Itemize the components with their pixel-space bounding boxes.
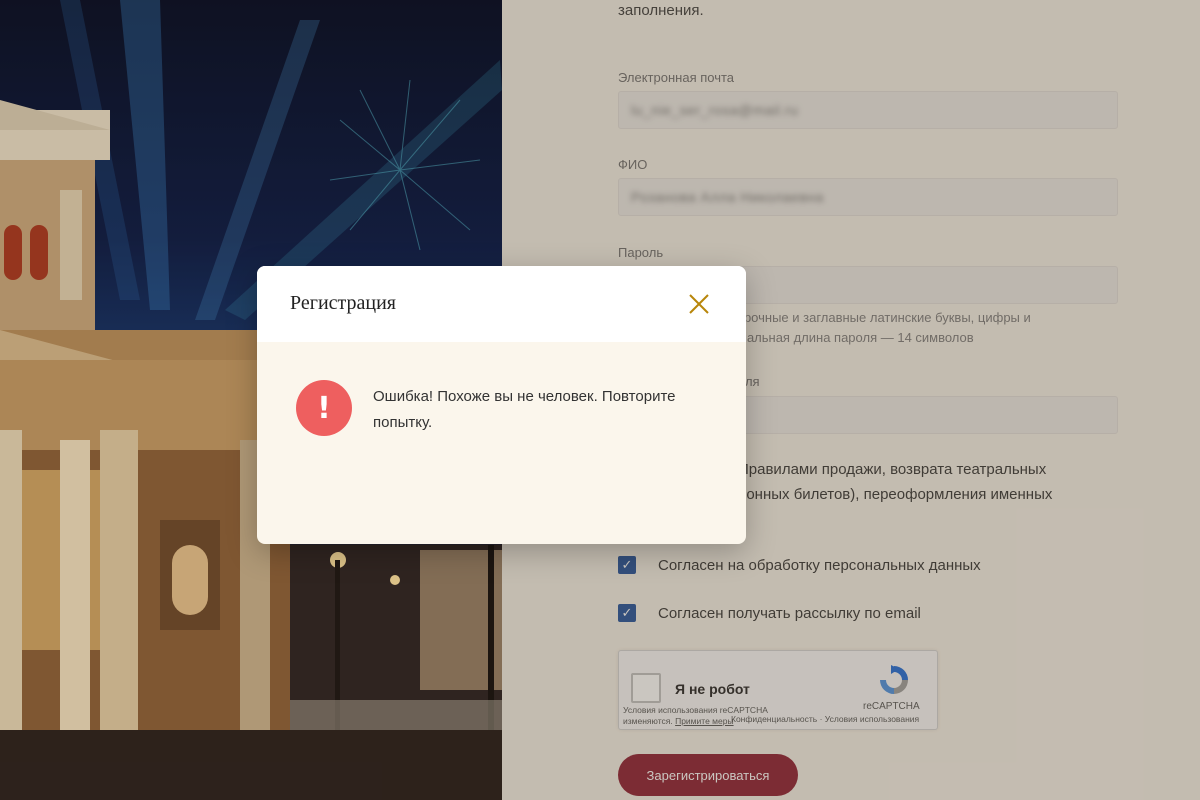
error-message: Ошибка! Похоже вы не человек. Повторите … <box>373 388 676 431</box>
modal-body: ! Ошибка! Похоже вы не человек. Повторит… <box>257 342 746 544</box>
error-exclamation-icon: ! <box>296 380 352 436</box>
close-x-icon <box>689 294 709 314</box>
close-icon[interactable] <box>687 292 711 316</box>
modal-title: Регистрация <box>290 292 396 314</box>
registration-error-modal: Регистрация ! Ошибка! Похоже вы не челов… <box>257 266 746 544</box>
modal-header: Регистрация <box>257 266 746 342</box>
